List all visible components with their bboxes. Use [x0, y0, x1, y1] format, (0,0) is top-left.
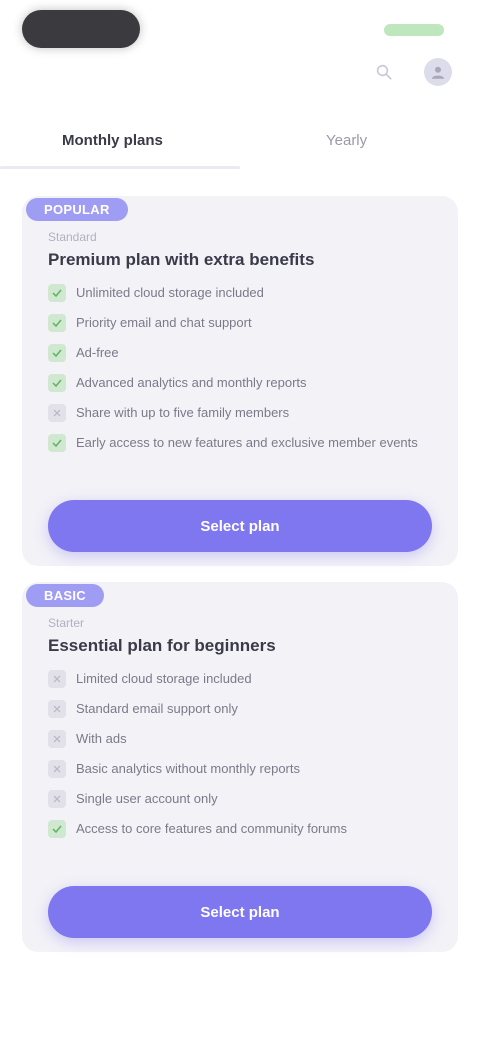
feature-item: Access to core features and community fo…	[48, 820, 438, 850]
header-actions	[370, 58, 452, 86]
feature-text: Limited cloud storage included	[76, 671, 252, 686]
feature-list: Limited cloud storage included Standard …	[48, 670, 438, 850]
feature-item: Early access to new features and exclusi…	[48, 434, 438, 464]
profile-avatar-icon[interactable]	[424, 58, 452, 86]
plan-title: Premium plan with extra benefits	[48, 250, 315, 269]
plan-tabs: Monthly plans Yearly	[0, 122, 480, 174]
feature-item: Advanced analytics and monthly reports	[48, 374, 438, 404]
check-icon	[48, 314, 66, 332]
plan-badge: BASIC	[26, 584, 104, 607]
plan-tag: Standard	[48, 230, 97, 244]
feature-item: Standard email support only	[48, 700, 438, 730]
feature-item: Limited cloud storage included	[48, 670, 438, 700]
battery-indicator	[384, 24, 444, 36]
feature-text: Early access to new features and exclusi…	[76, 435, 418, 450]
feature-item: Ad-free	[48, 344, 438, 374]
feature-item: Unlimited cloud storage included	[48, 284, 438, 314]
feature-text: With ads	[76, 731, 127, 746]
feature-text: Standard email support only	[76, 701, 238, 716]
plan-card-basic: BASIC Starter Essential plan for beginne…	[22, 582, 458, 952]
feature-text: Share with up to five family members	[76, 405, 290, 420]
feature-text: Unlimited cloud storage included	[76, 285, 264, 300]
feature-item: Single user account only	[48, 790, 438, 820]
check-icon	[48, 374, 66, 392]
plan-tag: Starter	[48, 616, 85, 630]
feature-item: Basic analytics without monthly reports	[48, 760, 438, 790]
feature-list: Unlimited cloud storage included Priorit…	[48, 284, 438, 464]
feature-text: Basic analytics without monthly reports	[76, 761, 300, 776]
feature-item: With ads	[48, 730, 438, 760]
cross-icon	[48, 404, 66, 422]
cross-icon	[48, 790, 66, 808]
plan-title: Essential plan for beginners	[48, 636, 276, 655]
check-icon	[48, 434, 66, 452]
search-icon[interactable]	[370, 58, 398, 86]
feature-text: Access to core features and community fo…	[76, 821, 347, 836]
plan-card-premium: POPULAR Standard Premium plan with extra…	[22, 196, 458, 566]
cross-icon	[48, 700, 66, 718]
feature-item: Priority email and chat support	[48, 314, 438, 344]
check-icon	[48, 344, 66, 362]
cross-icon	[48, 730, 66, 748]
select-plan-button[interactable]: Select plan	[48, 886, 432, 938]
status-bar	[0, 0, 480, 64]
check-icon	[48, 820, 66, 838]
feature-text: Priority email and chat support	[76, 315, 252, 330]
cross-icon	[48, 760, 66, 778]
cross-icon	[48, 670, 66, 688]
check-icon	[48, 284, 66, 302]
active-tab-indicator	[0, 166, 240, 169]
feature-item: Share with up to five family members	[48, 404, 438, 434]
feature-text: Single user account only	[76, 791, 218, 806]
tab-monthly[interactable]: Monthly plans	[62, 132, 163, 149]
plan-badge: POPULAR	[26, 198, 128, 221]
feature-text: Ad-free	[76, 345, 119, 360]
tab-yearly[interactable]: Yearly	[326, 132, 367, 149]
feature-text: Advanced analytics and monthly reports	[76, 375, 307, 390]
select-plan-button[interactable]: Select plan	[48, 500, 432, 552]
dynamic-island	[22, 10, 140, 48]
